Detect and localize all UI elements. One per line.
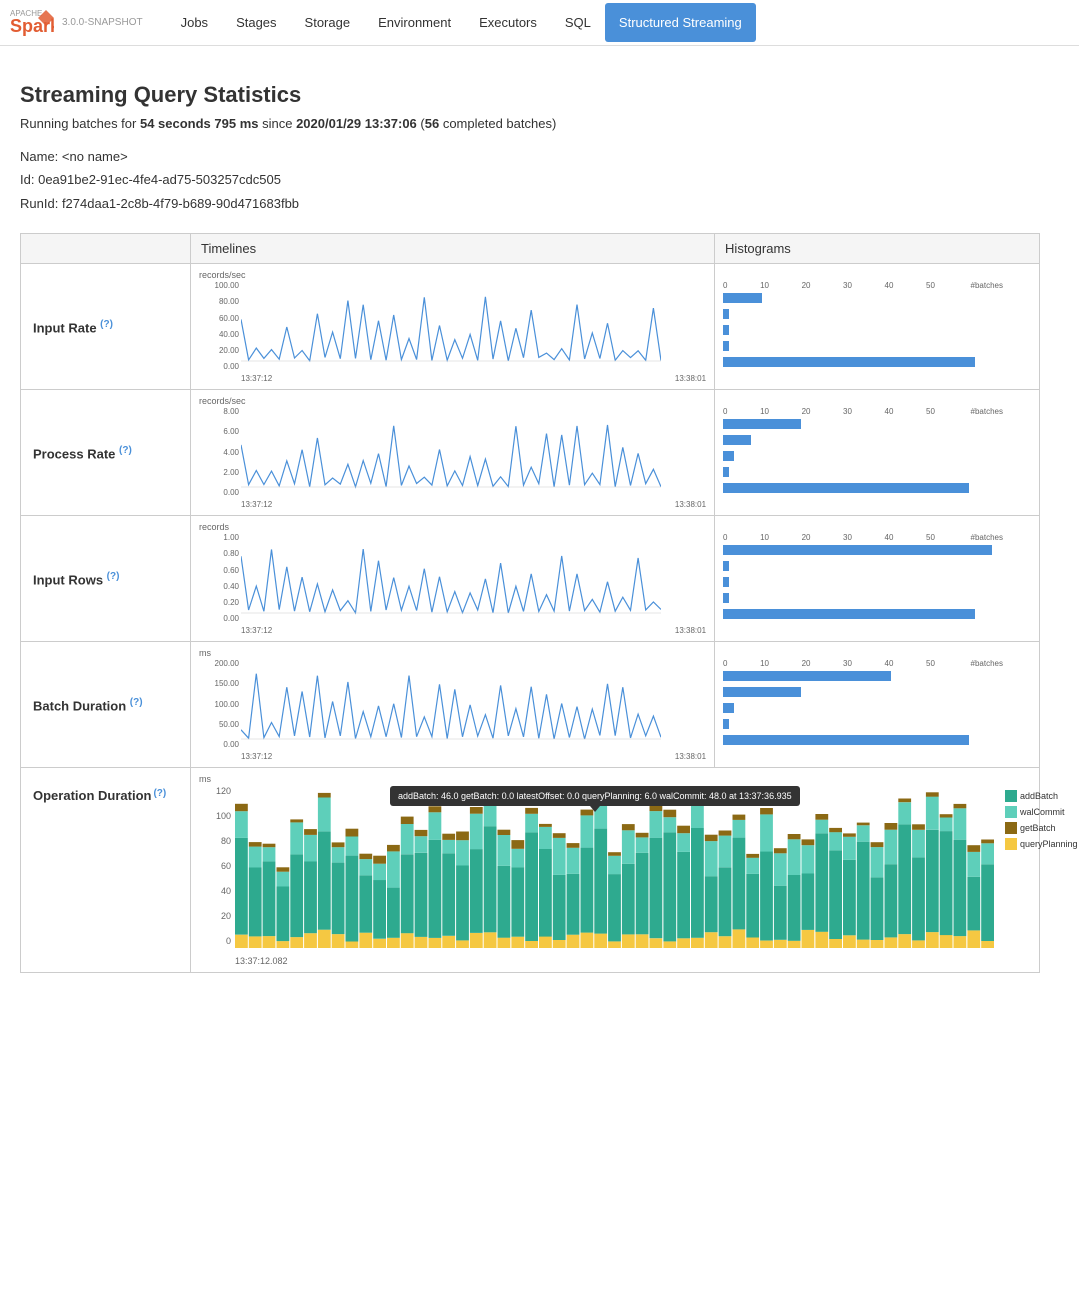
op-dur-label: Operation Duration(?)	[21, 768, 191, 972]
col-timelines: Timelines	[191, 234, 715, 264]
timeline-input-rows: records 1.000.800.600.400.200.00 13:37:1…	[191, 516, 715, 642]
nav-structured-streaming[interactable]: Structured Streaming	[605, 3, 756, 42]
timeline-process-rate: records/sec 8.006.004.002.000.00 13:37:1…	[191, 390, 715, 516]
version-label: 3.0.0-SNAPSHOT	[62, 17, 143, 28]
nav-sql[interactable]: SQL	[551, 3, 605, 42]
col-empty	[21, 234, 191, 264]
nav-environment[interactable]: Environment	[364, 3, 465, 42]
page-title: Streaming Query Statistics	[20, 82, 1040, 108]
timeline-svg-batch-duration	[241, 659, 661, 749]
op-legend: addBatch walCommit getBatch queryPlannin…	[1005, 786, 1078, 966]
timeline-batch-duration: ms 200.00150.00100.0050.000.00 13:37:12 …	[191, 642, 715, 768]
timeline-svg-input-rate	[241, 281, 661, 371]
histogram-process-rate: 01020304050 #batches	[715, 390, 1040, 516]
label-process-rate: Process Rate (?)	[21, 390, 191, 516]
help-icon-input-rows[interactable]: (?)	[107, 571, 120, 582]
op-dur-chart: ms 120 100 80 60 40 20 0 addBatch: 46.0 …	[191, 768, 1079, 972]
op-dur-tooltip: addBatch: 46.0 getBatch: 0.0 latestOffse…	[390, 786, 800, 806]
stats-table: Timelines Histograms Input Rate (?) reco…	[20, 233, 1040, 768]
label-batch-duration: Batch Duration (?)	[21, 642, 191, 768]
nav-jobs[interactable]: Jobs	[167, 3, 222, 42]
operation-duration-section: Operation Duration(?) ms 120 100 80 60 4…	[20, 768, 1040, 973]
meta-info: Name: <no name> Id: 0ea91be2-91ec-4fe4-a…	[20, 145, 1040, 215]
op-dur-help-icon[interactable]: (?)	[153, 788, 166, 799]
timeline-svg-process-rate	[241, 407, 661, 497]
col-histograms: Histograms	[715, 234, 1040, 264]
navbar: APACHE Spark 3.0.0-SNAPSHOT Jobs Stages …	[0, 0, 1079, 46]
help-icon-process-rate[interactable]: (?)	[119, 445, 132, 456]
logo: APACHE Spark 3.0.0-SNAPSHOT	[10, 6, 143, 39]
nav-links: Jobs Stages Storage Environment Executor…	[167, 3, 756, 42]
help-icon-batch-duration[interactable]: (?)	[130, 697, 143, 708]
op-unit-label: ms	[199, 774, 1078, 784]
op-dur-chart-svg	[235, 786, 995, 951]
nav-executors[interactable]: Executors	[465, 3, 551, 42]
histogram-batch-duration: 01020304050 #batches	[715, 642, 1040, 768]
label-input-rows: Input Rows (?)	[21, 516, 191, 642]
nav-stages[interactable]: Stages	[222, 3, 290, 42]
timeline-input-rate: records/sec 100.0080.0060.0040.0020.000.…	[191, 264, 715, 390]
main-content: Streaming Query Statistics Running batch…	[0, 46, 1060, 993]
label-input-rate: Input Rate (?)	[21, 264, 191, 390]
histogram-input-rate: 01020304050 #batches	[715, 264, 1040, 390]
nav-storage[interactable]: Storage	[291, 3, 365, 42]
subtitle: Running batches for 54 seconds 795 ms si…	[20, 116, 1040, 131]
timeline-svg-input-rows	[241, 533, 661, 623]
histogram-input-rows: 01020304050 #batches	[715, 516, 1040, 642]
help-icon-input-rate[interactable]: (?)	[100, 319, 113, 330]
